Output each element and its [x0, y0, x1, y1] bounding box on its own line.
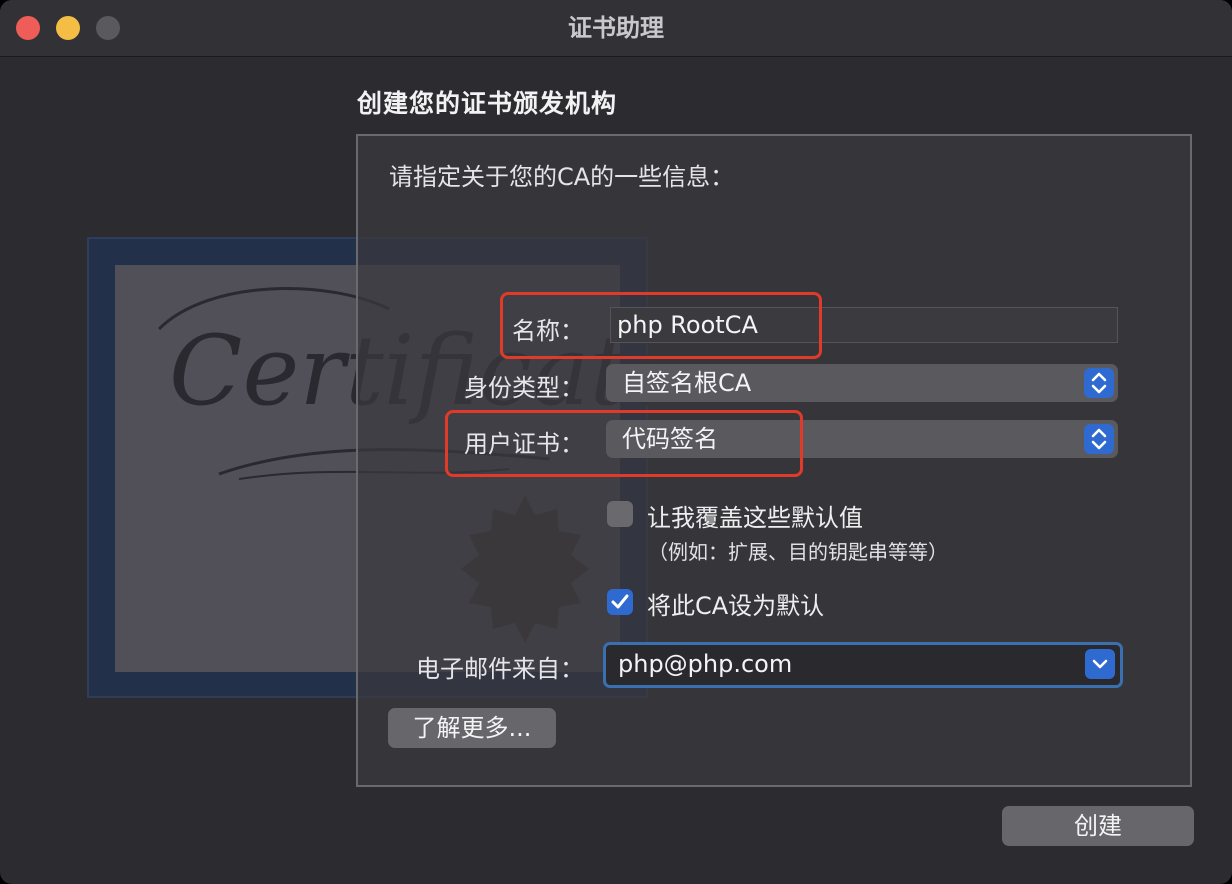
override-defaults-note: （例如：扩展、目的钥匙串等等）: [648, 540, 948, 564]
chevron-down-icon: [1085, 649, 1115, 679]
identity-type-label: 身份类型：: [464, 374, 584, 402]
identity-type-popup[interactable]: 自签名根CA: [606, 364, 1118, 402]
certificate-assistant-window: 证书助理 Certificate 创建您的证书颁发机构 请指定关于您的CA的一些…: [0, 0, 1232, 884]
intro-text: 请指定关于您的CA的一些信息：: [389, 163, 735, 191]
updown-chevron-icon: [1084, 368, 1114, 398]
user-certificate-value: 代码签名: [622, 425, 718, 453]
name-label: 名称：: [512, 317, 584, 345]
title-bar: 证书助理: [0, 0, 1232, 57]
create-button[interactable]: 创建: [1002, 806, 1194, 846]
window-title: 证书助理: [568, 14, 664, 42]
learn-more-button[interactable]: 了解更多...: [388, 708, 556, 748]
make-default-checkbox[interactable]: [607, 589, 633, 615]
make-default-label: 将此CA设为默认: [647, 592, 825, 620]
override-defaults-label: 让我覆盖这些默认值: [647, 504, 863, 532]
page-heading: 创建您的证书颁发机构: [357, 89, 618, 118]
email-from-value: php@php.com: [618, 650, 793, 678]
email-from-label: 电子邮件来自：: [416, 655, 584, 683]
email-from-popup[interactable]: php@php.com: [603, 642, 1123, 688]
identity-type-value: 自签名根CA: [622, 369, 752, 397]
name-input[interactable]: php RootCA: [610, 307, 1118, 343]
user-certificate-label: 用户证书：: [464, 430, 584, 458]
user-certificate-popup[interactable]: 代码签名: [606, 420, 1118, 458]
updown-chevron-icon: [1084, 424, 1114, 454]
override-defaults-checkbox[interactable]: [607, 501, 633, 527]
form-panel: [356, 134, 1192, 787]
checkmark-icon: [611, 594, 629, 609]
